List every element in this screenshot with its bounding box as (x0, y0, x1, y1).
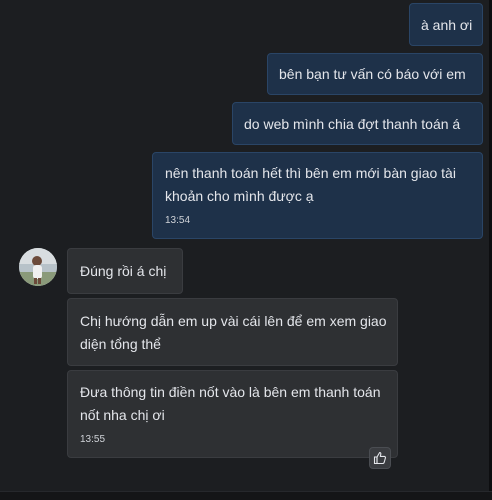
message-text: Chị hướng dẫn em up vài cái lên để em xe… (80, 313, 387, 352)
avatar-image (19, 248, 57, 286)
message-text: Đúng rồi á chị (80, 263, 167, 279)
chat-bottom-divider (0, 491, 492, 500)
chat-window: à anh ơi bên bạn tư vấn có báo với em do… (0, 0, 492, 500)
message-text: nên thanh toán hết thì bên em mới bàn gi… (165, 165, 456, 204)
outgoing-message[interactable]: à anh ơi (409, 3, 483, 46)
outgoing-message[interactable]: bên bạn tư vấn có báo với em (267, 53, 483, 95)
contact-avatar[interactable] (19, 248, 57, 286)
incoming-message[interactable]: Chị hướng dẫn em up vài cái lên để em xe… (67, 298, 398, 366)
message-text: do web mình chia đợt thanh toán á (244, 116, 461, 132)
message-text: à anh ơi (421, 17, 473, 33)
message-text: Đưa thông tin điền nốt vào là bên em tha… (80, 384, 381, 423)
incoming-message[interactable]: Đưa thông tin điền nốt vào là bên em tha… (67, 370, 398, 458)
outgoing-message[interactable]: do web mình chia đợt thanh toán á (232, 102, 483, 145)
incoming-message[interactable]: Đúng rồi á chị (67, 248, 183, 294)
message-text: bên bạn tư vấn có báo với em (279, 66, 466, 82)
reaction-button[interactable] (369, 447, 391, 469)
outgoing-message[interactable]: nên thanh toán hết thì bên em mới bàn gi… (152, 152, 483, 239)
thumbs-up-icon (373, 452, 387, 465)
message-timestamp: 13:55 (80, 434, 106, 445)
message-timestamp: 13:54 (165, 215, 191, 226)
